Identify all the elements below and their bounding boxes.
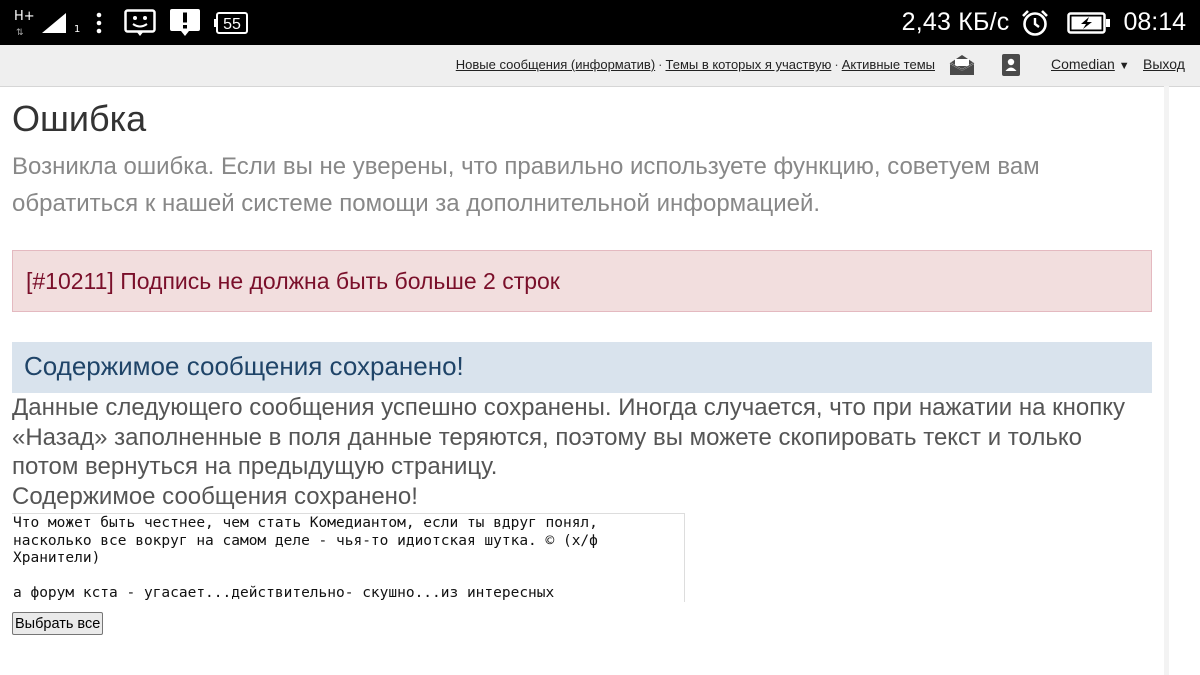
network-speed: 2,43 КБ/с: [901, 8, 1010, 36]
panel-header: Содержимое сообщения сохранено!: [12, 342, 1152, 393]
battery-charging-icon: [1067, 11, 1111, 34]
page-title: Ошибка: [12, 98, 147, 139]
status-bar-left: H+ ⇅ 1 55: [14, 0, 262, 45]
clock: 08:14: [1123, 8, 1186, 36]
status-bar-right: 2,43 КБ/с 08:14: [902, 0, 1186, 45]
face-notification-icon: [124, 8, 157, 37]
link-separator: ·: [658, 57, 663, 72]
contact-book-icon[interactable]: [998, 53, 1024, 77]
panel-body-text: Данные следующего сообщения успешно сохр…: [12, 394, 1125, 480]
data-arrows-icon: ⇅: [16, 27, 24, 38]
saved-content-panel: Содержимое сообщения сохранено! Данные с…: [12, 342, 1152, 635]
link-my-topics[interactable]: Темы в которых я участвую: [666, 57, 832, 72]
panel-text: Данные следующего сообщения успешно сохр…: [12, 393, 1152, 511]
link-new-posts[interactable]: Новые сообщения (информатив): [456, 57, 655, 72]
network-type-label: H+: [14, 8, 35, 24]
logout-link[interactable]: Выход: [1143, 56, 1185, 72]
saved-message-text[interactable]: Что может быть честнее, чем стать Комеди…: [12, 514, 684, 602]
username[interactable]: Comedian: [1051, 56, 1115, 72]
chevron-down-icon[interactable]: ▼: [1119, 60, 1130, 72]
forum-navbar: Новые сообщения (информатив) · Темы в кото…: [0, 45, 1200, 87]
overflow-menu-icon[interactable]: [96, 12, 102, 34]
error-description: Возникла ошибка. Если вы не уверены, что…: [12, 153, 1040, 217]
page-scroll-edge: [1164, 86, 1169, 675]
network-type: H+ ⇅: [14, 6, 36, 40]
panel-body: Данные следующего сообщения успешно сохр…: [12, 393, 1152, 635]
link-separator: ·: [834, 57, 839, 72]
error-message: [#10211] Подпись не должна быть больше 2…: [26, 268, 560, 294]
saved-message-textarea[interactable]: Что может быть честнее, чем стать Комеди…: [12, 513, 685, 602]
alarm-icon: [1021, 9, 1049, 37]
envelope-open-icon[interactable]: [949, 53, 975, 77]
error-alert: [#10211] Подпись не должна быть больше 2…: [12, 250, 1152, 312]
select-all-button[interactable]: Выбрать все: [12, 612, 104, 635]
panel-title: Содержимое сообщения сохранено!: [24, 351, 464, 381]
quick-links: Новые сообщения (информатив) · Темы в кото…: [456, 57, 935, 72]
signal-icon: [40, 12, 68, 34]
sim-index: 1: [74, 24, 81, 35]
battery-badge-icon: 55: [214, 11, 249, 35]
alert-notification-icon: [170, 8, 201, 37]
battery-badge-value: 55: [223, 16, 241, 33]
panel-subtitle: Содержимое сообщения сохранено!: [12, 482, 418, 510]
android-status-bar: H+ ⇅ 1 55 2,43 КБ/с 08:14: [0, 0, 1200, 45]
user-menu[interactable]: Comedian ▼: [1051, 56, 1130, 72]
link-active-topics[interactable]: Активные темы: [842, 57, 935, 72]
